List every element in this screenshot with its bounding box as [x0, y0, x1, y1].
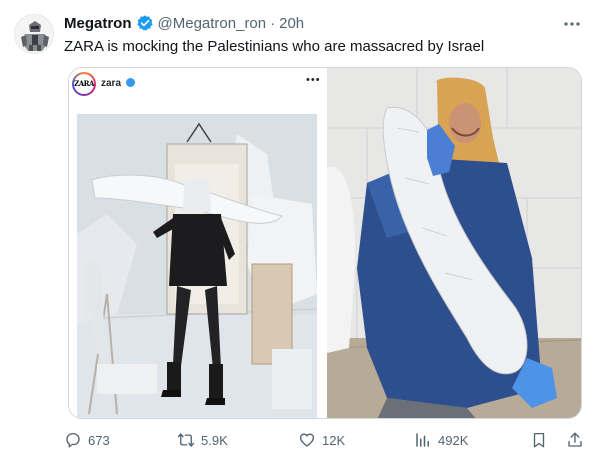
retweet-icon: [177, 433, 195, 447]
views-chart-icon: [416, 433, 429, 447]
campaign-photo: [77, 114, 317, 418]
reply-count: 673: [88, 432, 110, 448]
more-options-icon[interactable]: [562, 14, 582, 34]
author-avatar[interactable]: [14, 14, 54, 54]
news-photo: [327, 68, 581, 418]
tweet-media[interactable]: ZARA zara •••: [68, 67, 582, 419]
author-handle[interactable]: @Megatron_ron: [158, 15, 267, 32]
instagram-more-icon[interactable]: •••: [306, 74, 321, 86]
zara-logo-text: ZARA: [74, 74, 94, 94]
bookmark-button[interactable]: [530, 428, 548, 452]
tweet-timestamp[interactable]: 20h: [279, 15, 304, 32]
retweet-count: 5.9K: [201, 432, 228, 448]
author-name[interactable]: Megatron: [64, 15, 132, 32]
bookmark-icon: [533, 432, 545, 448]
retweet-button[interactable]: 5.9K: [177, 428, 228, 452]
tweet: Megatron @Megatron_ron · 20h ZARA is moc…: [0, 0, 600, 459]
embedded-instagram-post[interactable]: ZARA zara •••: [69, 68, 325, 418]
tweet-actions: 673 5.9K 12K 492K: [64, 428, 586, 454]
tweet-text: ZARA is mocking the Palestinians who are…: [64, 38, 485, 55]
share-button[interactable]: [566, 428, 584, 452]
reply-icon: [66, 432, 80, 448]
instagram-verified-icon: [126, 78, 135, 87]
separator-dot: ·: [270, 14, 276, 32]
verified-badge-icon: [136, 15, 153, 31]
like-count: 12K: [322, 432, 346, 448]
heart-icon: [299, 433, 315, 447]
tweet-header: Megatron @Megatron_ron · 20h: [64, 13, 304, 33]
like-button[interactable]: 12K: [298, 428, 345, 452]
views-count: 492K: [438, 432, 469, 448]
zara-profile-icon[interactable]: ZARA: [72, 72, 96, 96]
reply-button[interactable]: 673: [64, 428, 110, 452]
instagram-account-name[interactable]: zara: [101, 78, 121, 89]
share-icon: [568, 432, 582, 447]
views-button[interactable]: 492K: [414, 428, 468, 452]
robot-avatar-icon: [15, 15, 53, 53]
instagram-post-header: ZARA zara •••: [69, 68, 325, 102]
